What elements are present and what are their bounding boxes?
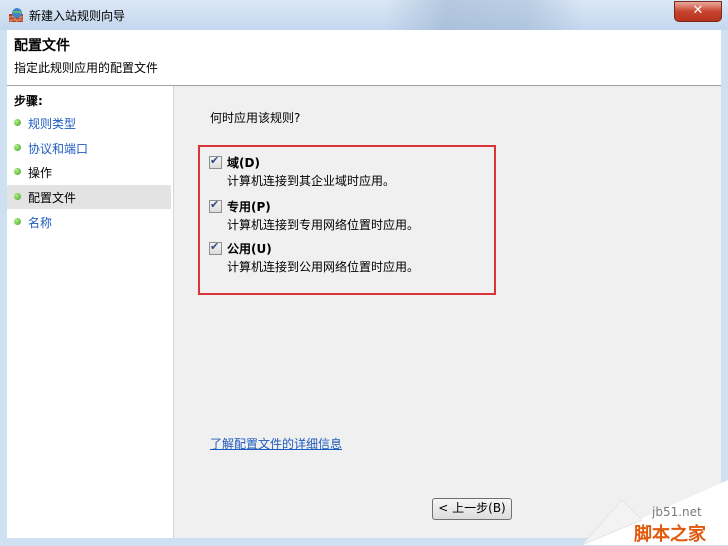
back-button[interactable]: < 上一步(B) — [432, 498, 512, 520]
page-title: 配置文件 — [14, 38, 70, 54]
steps-label: 步骤: — [14, 94, 43, 108]
title-blur — [385, 0, 585, 30]
wizard-client: 配置文件 指定此规则应用的配置文件 步骤: 规则类型 协议和端口 操作 配置文件… — [7, 30, 721, 538]
private-label[interactable]: 专用(P) — [227, 198, 271, 215]
page-subtitle: 指定此规则应用的配置文件 — [14, 61, 159, 75]
step-dot-icon — [14, 168, 21, 175]
private-checkbox[interactable] — [209, 198, 222, 213]
step-dot-icon — [14, 193, 21, 200]
sidebar-item-name[interactable]: 名称 — [7, 210, 171, 234]
window-title: 新建入站规则向导 — [29, 9, 126, 23]
title-bar[interactable]: 新建入站规则向导 ✕ — [0, 0, 728, 30]
sidebar-item-rule-type[interactable]: 规则类型 — [7, 111, 171, 135]
sidebar-item-protocol-ports[interactable]: 协议和端口 — [7, 136, 171, 160]
step-dot-icon — [14, 119, 21, 126]
public-checkbox[interactable] — [209, 240, 222, 255]
close-icon: ✕ — [692, 3, 704, 18]
step-dot-icon — [14, 144, 21, 151]
firewall-icon — [9, 8, 23, 22]
steps-sidebar: 步骤: 规则类型 协议和端口 操作 配置文件 名称 — [7, 86, 174, 538]
question-label: 何时应用该规则? — [210, 111, 301, 125]
sidebar-item-action: 操作 — [7, 160, 171, 184]
public-description: 计算机连接到公用网络位置时应用。 — [227, 260, 420, 274]
sidebar-item-label: 配置文件 — [28, 191, 77, 205]
step-dot-icon — [14, 218, 21, 225]
profiles-info-link[interactable]: 了解配置文件的详细信息 — [210, 435, 342, 452]
domain-checkbox[interactable] — [209, 154, 222, 169]
sidebar-item-profile: 配置文件 — [7, 185, 171, 209]
sidebar-item-label: 协议和端口 — [28, 142, 89, 156]
public-label[interactable]: 公用(U) — [227, 240, 272, 257]
watermark-name: 脚本之家 — [634, 524, 706, 545]
domain-label[interactable]: 域(D) — [227, 154, 260, 171]
private-description: 计算机连接到专用网络位置时应用。 — [227, 218, 420, 232]
domain-description: 计算机连接到其企业域时应用。 — [227, 174, 396, 188]
close-button[interactable]: ✕ — [674, 1, 722, 22]
sidebar-item-label: 规则类型 — [28, 117, 77, 131]
sidebar-item-label: 操作 — [28, 166, 53, 180]
watermark-url: jb51.net — [652, 505, 702, 519]
wizard-header: 配置文件 指定此规则应用的配置文件 — [7, 30, 721, 86]
sidebar-item-label: 名称 — [28, 216, 53, 230]
